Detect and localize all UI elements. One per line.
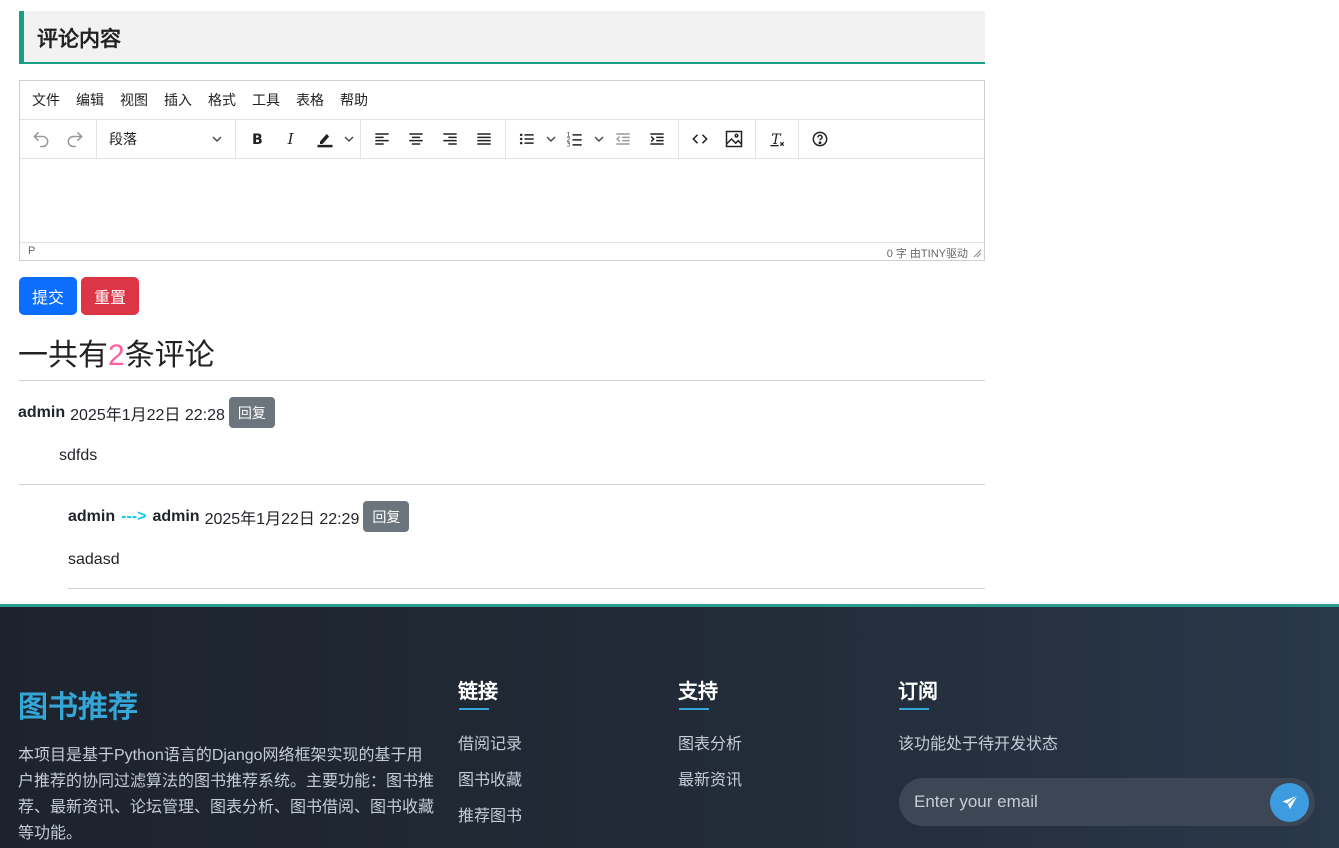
- insert-group: [679, 119, 756, 159]
- footer-link-chart-analysis[interactable]: 图表分析: [678, 730, 742, 754]
- undo-icon[interactable]: [26, 124, 56, 154]
- text-style-group: B I: [236, 119, 361, 159]
- comment-date: 2025年1月22日 22:28: [70, 406, 225, 424]
- blocks-group: 段落: [97, 119, 236, 159]
- comment-count-heading: 一共有2条评论: [18, 330, 215, 374]
- list-group: 123: [506, 119, 679, 159]
- menu-tools[interactable]: 工具: [252, 90, 280, 110]
- element-path[interactable]: P: [28, 245, 35, 257]
- support-title: 支持: [678, 681, 718, 703]
- subscribe-title: 订阅: [898, 681, 938, 703]
- chevron-down-icon: [212, 136, 222, 142]
- reply-button[interactable]: 回复: [228, 397, 275, 428]
- footer-link-latest-news[interactable]: 最新资讯: [678, 766, 742, 790]
- editor-toolbar: 段落 B I 1 2 3 T: [20, 119, 984, 159]
- count-suffix: 条评论: [124, 339, 215, 372]
- help-icon[interactable]: [805, 124, 835, 154]
- menu-help[interactable]: 帮助: [340, 90, 368, 110]
- help-group: [799, 120, 841, 159]
- site-footer: 图书推荐 本项目是基于Python语言的Django网络框架实现的基于用户推荐的…: [0, 604, 1339, 848]
- align-right-icon[interactable]: [435, 124, 465, 154]
- block-format-value: 段落: [109, 131, 137, 147]
- svg-text:I: I: [287, 130, 295, 148]
- block-format-select[interactable]: 段落: [101, 124, 231, 154]
- reset-button[interactable]: 重置: [81, 277, 139, 315]
- title-underline: [899, 708, 929, 710]
- editor-statusbar: P 0 字 由TINY驱动: [20, 242, 984, 260]
- reply-comment-meta: admin ---> admin 2025年1月22日 22:29 回复: [68, 501, 410, 532]
- menu-edit[interactable]: 编辑: [76, 90, 104, 110]
- history-group: [20, 119, 97, 159]
- comment-body: sdfds: [59, 447, 98, 464]
- section-header: 评论内容: [19, 11, 985, 64]
- footer-description: 本项目是基于Python语言的Django网络框架实现的基于用户推荐的协同过滤算…: [18, 747, 435, 842]
- menu-format[interactable]: 格式: [208, 90, 236, 110]
- svg-text:B: B: [252, 132, 263, 148]
- reply-arrow: --->: [121, 507, 147, 525]
- title-underline: [459, 708, 489, 710]
- comment-author[interactable]: admin: [68, 508, 115, 526]
- numbered-list-icon[interactable]: 123: [560, 124, 590, 154]
- reply-button[interactable]: 回复: [363, 501, 410, 532]
- comment-author[interactable]: admin: [18, 404, 65, 422]
- footer-link-borrow-records[interactable]: 借阅记录: [458, 730, 522, 754]
- chevron-down-icon[interactable]: [342, 124, 356, 154]
- count-number: 2: [108, 339, 125, 372]
- subscribe-note: 该功能处于待开发状态: [898, 736, 1059, 753]
- comment-date: 2025年1月22日 22:29: [204, 510, 360, 528]
- bold-icon[interactable]: B: [242, 124, 272, 154]
- align-group: [361, 119, 506, 159]
- clear-group: T: [756, 119, 799, 159]
- bullet-list-icon[interactable]: [512, 124, 542, 154]
- footer-link-recommended[interactable]: 推荐图书: [458, 802, 522, 826]
- reply-target[interactable]: admin: [152, 508, 199, 526]
- chevron-down-icon[interactable]: [592, 124, 606, 154]
- code-icon[interactable]: [685, 124, 715, 154]
- email-input[interactable]: [899, 778, 1259, 826]
- subscribe-form: [899, 778, 1315, 826]
- align-center-icon[interactable]: [401, 124, 431, 154]
- outdent-icon[interactable]: [608, 124, 638, 154]
- svg-text:3: 3: [567, 143, 571, 149]
- resize-handle-icon[interactable]: [972, 248, 982, 258]
- rich-text-editor: 文件 编辑 视图 插入 格式 工具 表格 帮助 段落 B I 1 2 3 T P…: [19, 80, 985, 261]
- send-button[interactable]: [1270, 783, 1309, 822]
- align-left-icon[interactable]: [367, 124, 397, 154]
- highlight-color-icon[interactable]: [310, 124, 340, 154]
- menu-insert[interactable]: 插入: [164, 90, 192, 110]
- menu-view[interactable]: 视图: [120, 90, 148, 110]
- image-icon[interactable]: [719, 124, 749, 154]
- align-justify-icon[interactable]: [469, 124, 499, 154]
- italic-icon[interactable]: I: [276, 124, 306, 154]
- editor-content-area[interactable]: [20, 159, 984, 242]
- redo-icon[interactable]: [60, 124, 90, 154]
- divider: [68, 588, 985, 589]
- links-title: 链接: [458, 681, 498, 703]
- indent-icon[interactable]: [642, 124, 672, 154]
- comment-body: sadasd: [68, 551, 120, 568]
- submit-button[interactable]: 提交: [19, 277, 77, 315]
- chevron-down-icon[interactable]: [544, 124, 558, 154]
- comment-meta: admin 2025年1月22日 22:28 回复: [18, 397, 275, 428]
- word-count-and-branding: 0 字 由TINY驱动: [886, 248, 968, 260]
- menu-file[interactable]: 文件: [32, 90, 60, 110]
- menu-table[interactable]: 表格: [296, 90, 324, 110]
- clear-formatting-icon[interactable]: T: [762, 124, 792, 154]
- paper-plane-icon: [1282, 794, 1298, 809]
- footer-link-favorites[interactable]: 图书收藏: [458, 766, 522, 790]
- editor-menubar: 文件 编辑 视图 插入 格式 工具 表格 帮助: [20, 81, 984, 120]
- divider: [19, 380, 985, 381]
- section-title: 评论内容: [37, 28, 121, 51]
- divider: [19, 484, 985, 485]
- title-underline: [679, 708, 709, 710]
- footer-brand[interactable]: 图书推荐: [18, 682, 138, 726]
- count-prefix: 一共有: [18, 339, 108, 372]
